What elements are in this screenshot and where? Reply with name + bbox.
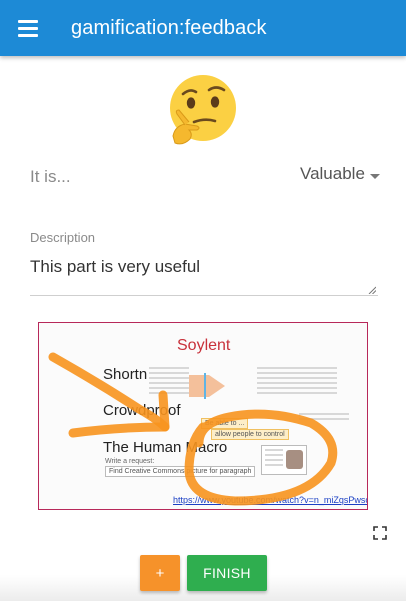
orange-annotation-scribble xyxy=(48,352,338,506)
feedback-screenshot: Soylent Shortn Crowdproof The Human Macr… xyxy=(38,322,368,510)
description-field[interactable]: This part is very useful xyxy=(30,250,378,296)
description-label: Description xyxy=(30,230,96,245)
rating-selected-value: Valuable xyxy=(300,164,365,183)
rating-select[interactable]: Valuable xyxy=(300,164,380,190)
finish-button[interactable]: FINISH xyxy=(187,555,267,591)
rating-label: It is... xyxy=(30,167,71,186)
thinking-face-icon xyxy=(170,75,236,145)
add-button[interactable]: + xyxy=(140,555,180,591)
app-bar: gamification:feedback xyxy=(0,0,406,56)
hamburger-menu-icon[interactable] xyxy=(14,14,42,42)
resize-handle-icon[interactable] xyxy=(368,286,376,294)
caret-down-icon xyxy=(370,174,380,179)
fullscreen-icon[interactable] xyxy=(373,526,387,540)
app-title: gamification:feedback xyxy=(71,17,267,39)
